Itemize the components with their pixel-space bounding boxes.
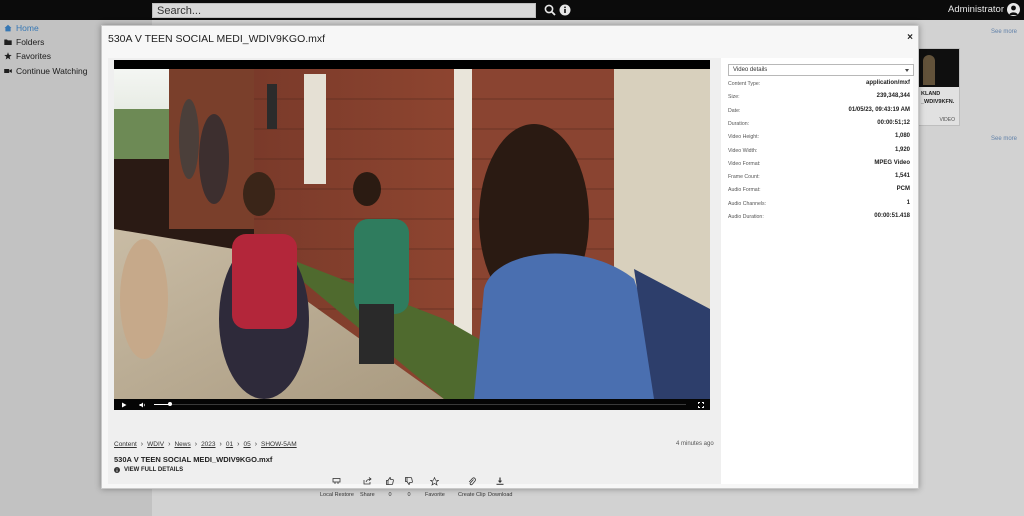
detail-value: 1,080 [894, 133, 910, 140]
video-player[interactable] [114, 60, 710, 410]
modal-title: 530A V TEEN SOCIAL MEDI_WDIV9KGO.mxf [108, 33, 326, 45]
detail-key: Size: [728, 94, 740, 101]
thumbs-down-icon [404, 476, 414, 486]
fullscreen-icon[interactable] [697, 401, 704, 408]
chevron-right-icon: › [254, 441, 258, 448]
breadcrumb-item[interactable]: 01 [226, 441, 233, 448]
paperclip-icon [467, 476, 477, 486]
detail-key: Audio Channels: [728, 200, 767, 207]
detail-key: Date: [728, 107, 741, 114]
detail-value: PCM [896, 186, 910, 193]
progress-handle[interactable] [167, 402, 172, 406]
detail-value: 1,541 [894, 173, 910, 180]
search-input[interactable] [152, 3, 536, 18]
download-icon [495, 476, 505, 486]
chevron-down-icon [905, 69, 909, 72]
favorite-button[interactable]: Favorite [425, 476, 445, 498]
details-panel: Video details Content Type: application/m… [721, 58, 914, 484]
view-full-details-link[interactable]: i VIEW FULL DETAILS [114, 467, 183, 473]
breadcrumb-item[interactable]: WDIV [147, 441, 164, 448]
detail-key: Video Width: [728, 147, 758, 154]
thumbs-up-icon [385, 476, 395, 486]
detail-row: Size: 239,348,344 [728, 92, 910, 102]
local-restore-button[interactable]: Local Restore [320, 476, 354, 498]
progress-track[interactable] [154, 404, 686, 405]
user-name[interactable]: Administrator [948, 4, 1004, 15]
detail-row: Content Type: application/mxf [728, 79, 910, 89]
info-icon[interactable] [558, 3, 572, 17]
detail-row: Video Width: 1,920 [728, 146, 910, 156]
detail-row: Date: 01/05/23, 09:43:19 AM [728, 106, 910, 116]
top-bar: Administrator [0, 0, 1024, 20]
breadcrumb-item[interactable]: 05 [243, 441, 250, 448]
create-clip-button[interactable]: Create Clip [458, 476, 486, 498]
detail-value: 01/05/23, 09:43:19 AM [848, 106, 910, 113]
restore-icon [332, 476, 342, 486]
file-name: 530A V TEEN SOCIAL MEDI_WDIV9KGO.mxf [114, 455, 273, 464]
detail-value: MPEG Video [874, 159, 910, 166]
dislike-button[interactable]: 0 [404, 476, 414, 498]
play-icon[interactable] [120, 401, 127, 408]
detail-key: Video Height: [728, 134, 760, 141]
detail-key: Video Format: [728, 160, 761, 167]
download-button[interactable]: Download [488, 476, 512, 498]
info-icon: i [114, 467, 120, 473]
detail-value: application/mxf [865, 80, 910, 86]
breadcrumb-item[interactable]: Content [114, 441, 137, 448]
share-button[interactable]: Share [360, 476, 375, 498]
detail-key: Content Type: [728, 81, 761, 87]
detail-key: Duration: [728, 120, 750, 127]
detail-value: 1,920 [894, 146, 910, 153]
modal-body: Content › WDIV › News › 2023 › 01 › 05 ›… [108, 58, 914, 498]
view-full-details-label: VIEW FULL DETAILS [124, 467, 184, 473]
detail-value: 239,348,344 [876, 93, 910, 100]
details-type-select[interactable]: Video details [728, 64, 914, 76]
detail-row: Audio Format: PCM [728, 185, 910, 195]
detail-row: Audio Duration: 00:00:51.418 [728, 212, 910, 222]
chevron-right-icon: › [194, 441, 198, 448]
breadcrumb-item[interactable]: News [174, 441, 190, 448]
search-icon[interactable] [543, 3, 557, 17]
detail-row: Video Height: 1,080 [728, 132, 910, 142]
user-avatar-icon[interactable] [1007, 3, 1020, 16]
detail-value: 1 [906, 199, 910, 206]
detail-row: Video Format: MPEG Video [728, 159, 910, 169]
chevron-right-icon: › [140, 441, 144, 448]
star-outline-icon [430, 476, 440, 486]
details-select-value: Video details [733, 67, 768, 73]
breadcrumb-item[interactable]: SHOW-5AM [261, 441, 297, 448]
detail-key: Audio Duration: [728, 214, 764, 220]
breadcrumb: Content › WDIV › News › 2023 › 01 › 05 ›… [114, 441, 297, 448]
detail-value: 00:00:51.418 [874, 213, 910, 219]
detail-row: Frame Count: 1,541 [728, 172, 910, 182]
like-button[interactable]: 0 [385, 476, 395, 498]
detail-value: 00:00:51;12 [877, 119, 910, 126]
detail-key: Audio Format: [728, 187, 761, 194]
share-icon [362, 476, 372, 486]
chevron-right-icon: › [237, 441, 240, 448]
player-controls [114, 399, 710, 410]
close-icon[interactable]: × [907, 32, 913, 43]
volume-icon[interactable] [139, 401, 146, 408]
detail-row: Audio Channels: 1 [728, 199, 910, 209]
chevron-right-icon: › [168, 441, 171, 448]
detail-row: Duration: 00:00:51;12 [728, 119, 910, 129]
breadcrumb-item[interactable]: 2023 [201, 441, 215, 448]
detail-key: Frame Count: [728, 174, 760, 181]
chevron-right-icon: › [219, 441, 222, 448]
video-frame[interactable] [114, 69, 710, 399]
updated-time: 4 minutes ago [676, 441, 714, 447]
media-preview-modal: 530A V TEEN SOCIAL MEDI_WDIV9KGO.mxf × C… [101, 25, 919, 498]
